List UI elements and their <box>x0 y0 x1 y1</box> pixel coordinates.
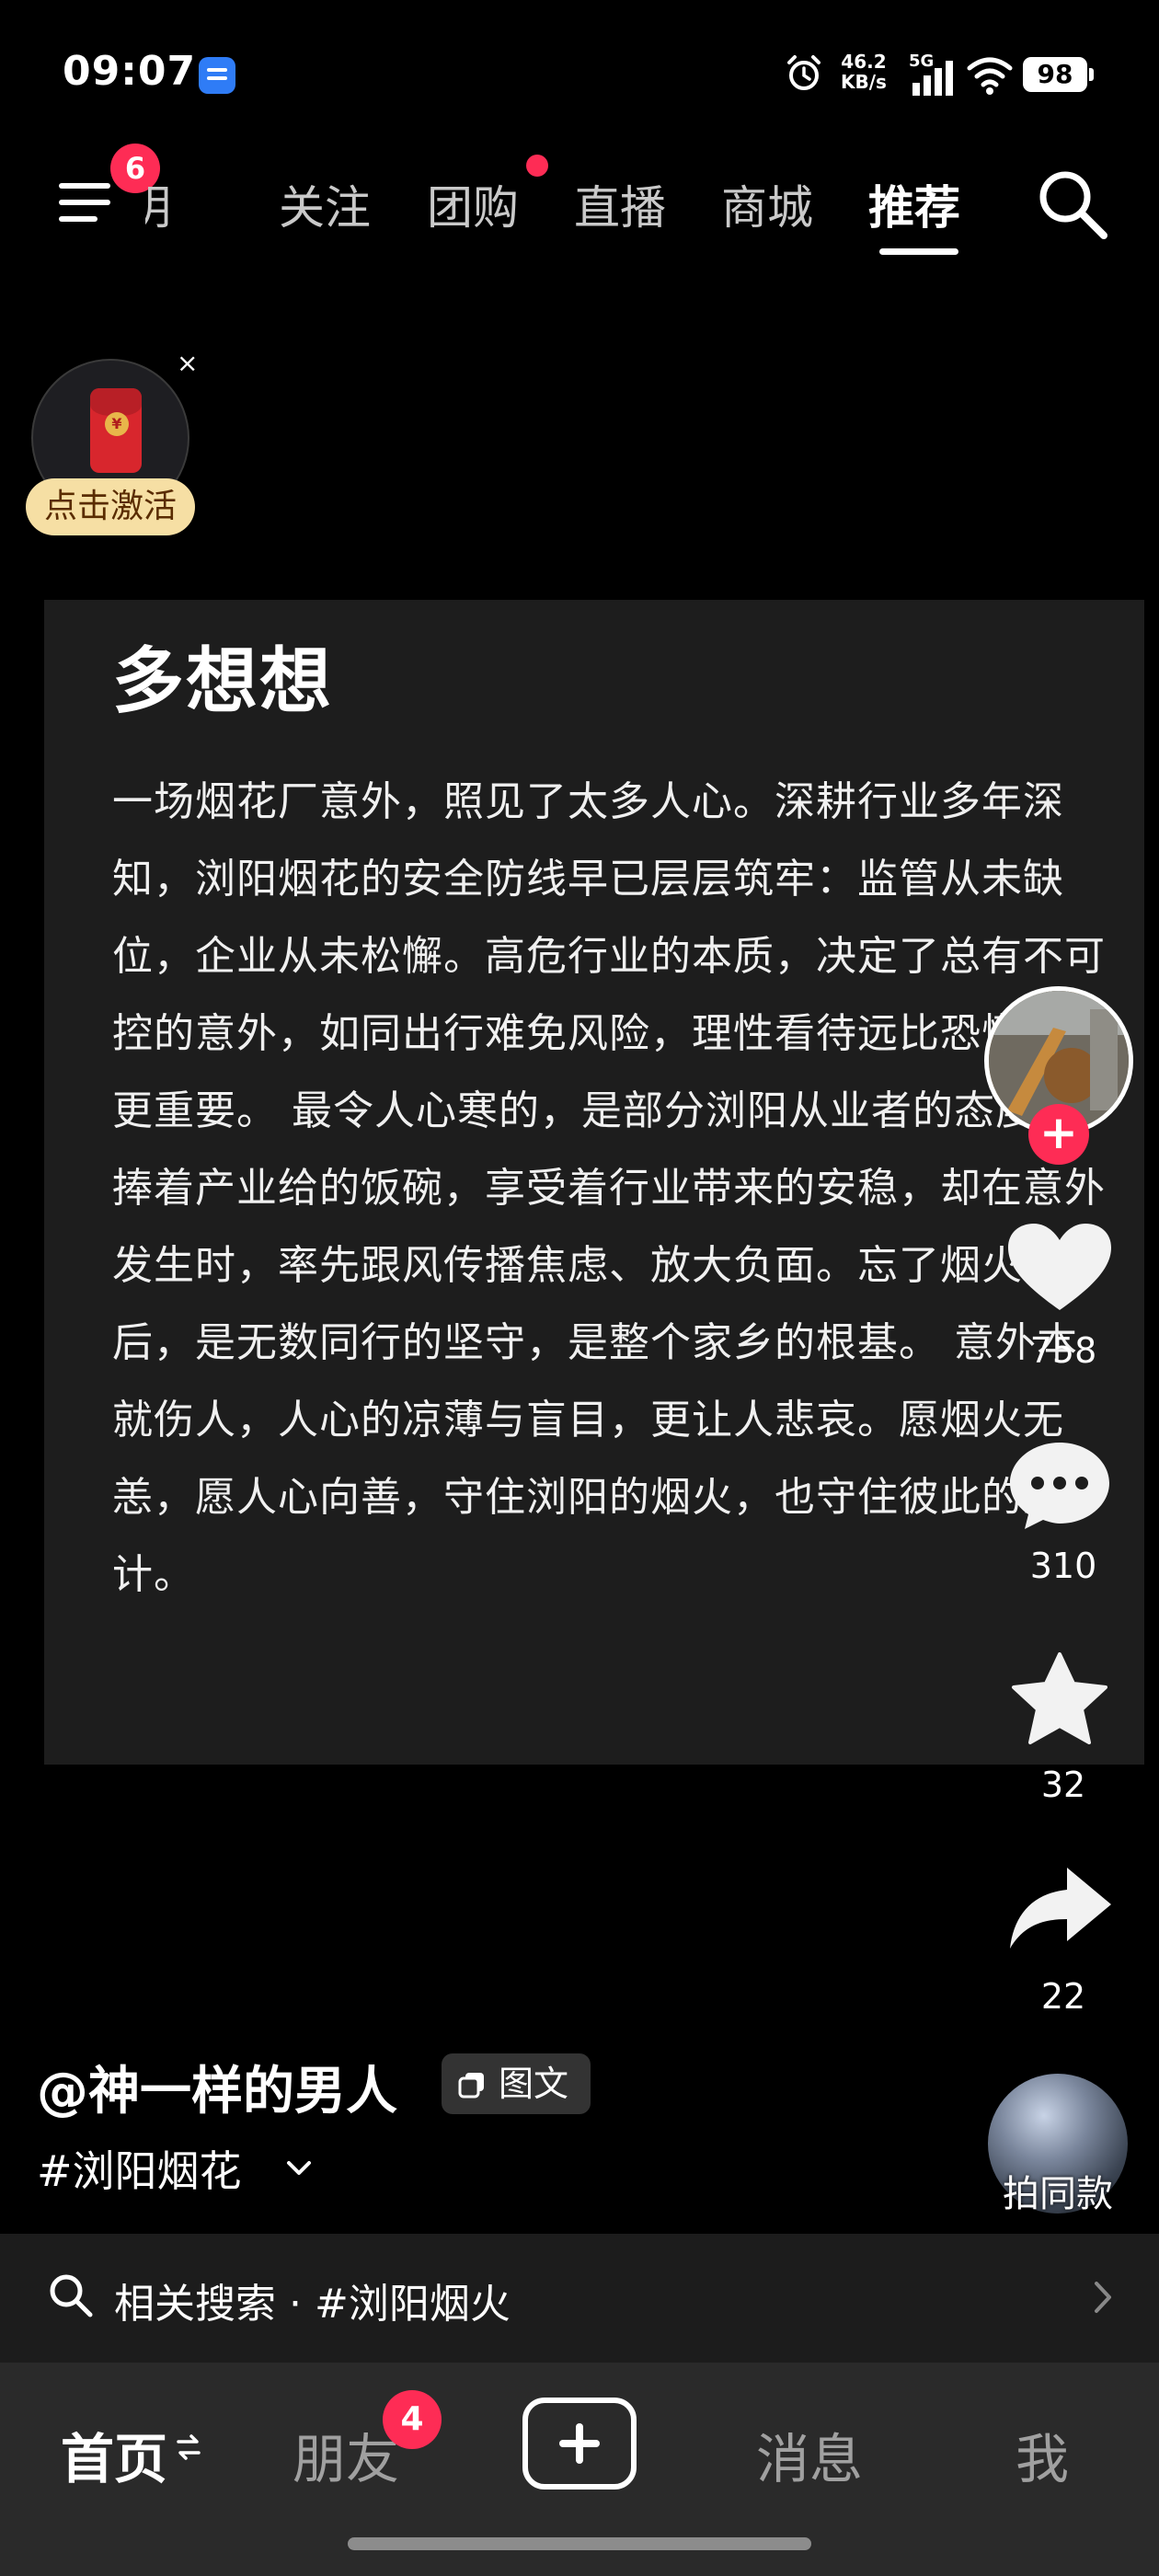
like-count: 758 <box>1029 1330 1097 1371</box>
search-icon <box>50 2274 93 2317</box>
coin-icon: ¥ <box>105 412 129 436</box>
related-search-label: 相关搜索 · #浏阳烟火 <box>114 2281 511 2328</box>
follow-button[interactable]: + <box>1028 1104 1089 1165</box>
wifi-icon <box>967 57 1013 95</box>
search-icon[interactable] <box>1034 166 1111 243</box>
post-body: 一场烟花厂意外，照见了太多人心。深耕行业多年深知，浏阳烟花的安全防线早已层层筑牢… <box>112 778 1106 1598</box>
hashtag-link[interactable]: #浏阳烟花 <box>37 2138 242 2199</box>
tab-follow[interactable]: 关注 <box>279 171 371 237</box>
star-icon[interactable] <box>1004 1652 1115 1748</box>
author-name[interactable]: @神一样的男人 <box>37 2050 397 2124</box>
nav-messages[interactable]: 消息 <box>756 2416 863 2493</box>
tab-group-buy[interactable]: 团购 <box>427 171 519 237</box>
comment-icon[interactable] <box>1004 1437 1115 1533</box>
network-speed-value: 46.2 <box>841 51 887 73</box>
home-indicator[interactable] <box>348 2537 811 2550</box>
tab-mall[interactable]: 商城 <box>721 171 813 237</box>
make-same-button[interactable]: 拍同款 <box>1003 2164 1113 2217</box>
nav-home[interactable]: 首页 <box>61 2416 167 2493</box>
post-type-badge: 图文 <box>442 2053 591 2114</box>
heart-icon[interactable] <box>1004 1220 1115 1316</box>
switch-arrows-icon[interactable] <box>175 2429 202 2466</box>
nav-me[interactable]: 我 <box>1016 2416 1069 2493</box>
tab-live[interactable]: 直播 <box>574 171 666 237</box>
image-text-icon <box>458 2073 484 2099</box>
chevron-down-icon[interactable] <box>283 2153 315 2184</box>
plus-icon-vertical <box>576 2423 583 2464</box>
activate-button[interactable]: 点击激活 <box>26 478 195 535</box>
battery-icon: 98 <box>1023 57 1094 92</box>
status-time: 09:07 <box>63 48 197 95</box>
app-notification-icon <box>199 57 235 94</box>
active-tab-indicator <box>879 248 958 255</box>
tab-truncated[interactable]: 明 <box>145 171 237 237</box>
post-type-label: 图文 <box>499 2064 569 2104</box>
post-title: 多想想 <box>112 640 334 723</box>
post-card[interactable]: 多想想 一场烟花厂意外，照见了太多人心。深耕行业多年深知，浏阳烟花的安全防线早已… <box>44 600 1144 1765</box>
menu-icon[interactable] <box>57 179 112 225</box>
favorite-count: 32 <box>1040 1765 1086 1805</box>
alarm-icon <box>787 55 820 90</box>
comment-count: 310 <box>1029 1546 1097 1586</box>
close-icon[interactable]: × <box>177 348 198 378</box>
create-post-button[interactable] <box>522 2398 637 2490</box>
tab-recommend[interactable]: 推荐 <box>868 171 960 237</box>
network-speed: 46.2 KB/s <box>841 52 887 92</box>
share-icon[interactable] <box>1004 1862 1115 1958</box>
tab-truncated-label: 明 <box>145 181 171 235</box>
signal-bars-icon <box>912 61 953 96</box>
share-count: 22 <box>1040 1976 1086 2017</box>
related-search-bar[interactable]: 相关搜索 · #浏阳烟火 <box>0 2234 1159 2363</box>
friends-badge: 4 <box>383 2390 442 2449</box>
chevron-right-icon <box>1095 2282 1111 2313</box>
network-speed-unit: KB/s <box>841 71 887 93</box>
new-content-dot <box>526 155 548 177</box>
